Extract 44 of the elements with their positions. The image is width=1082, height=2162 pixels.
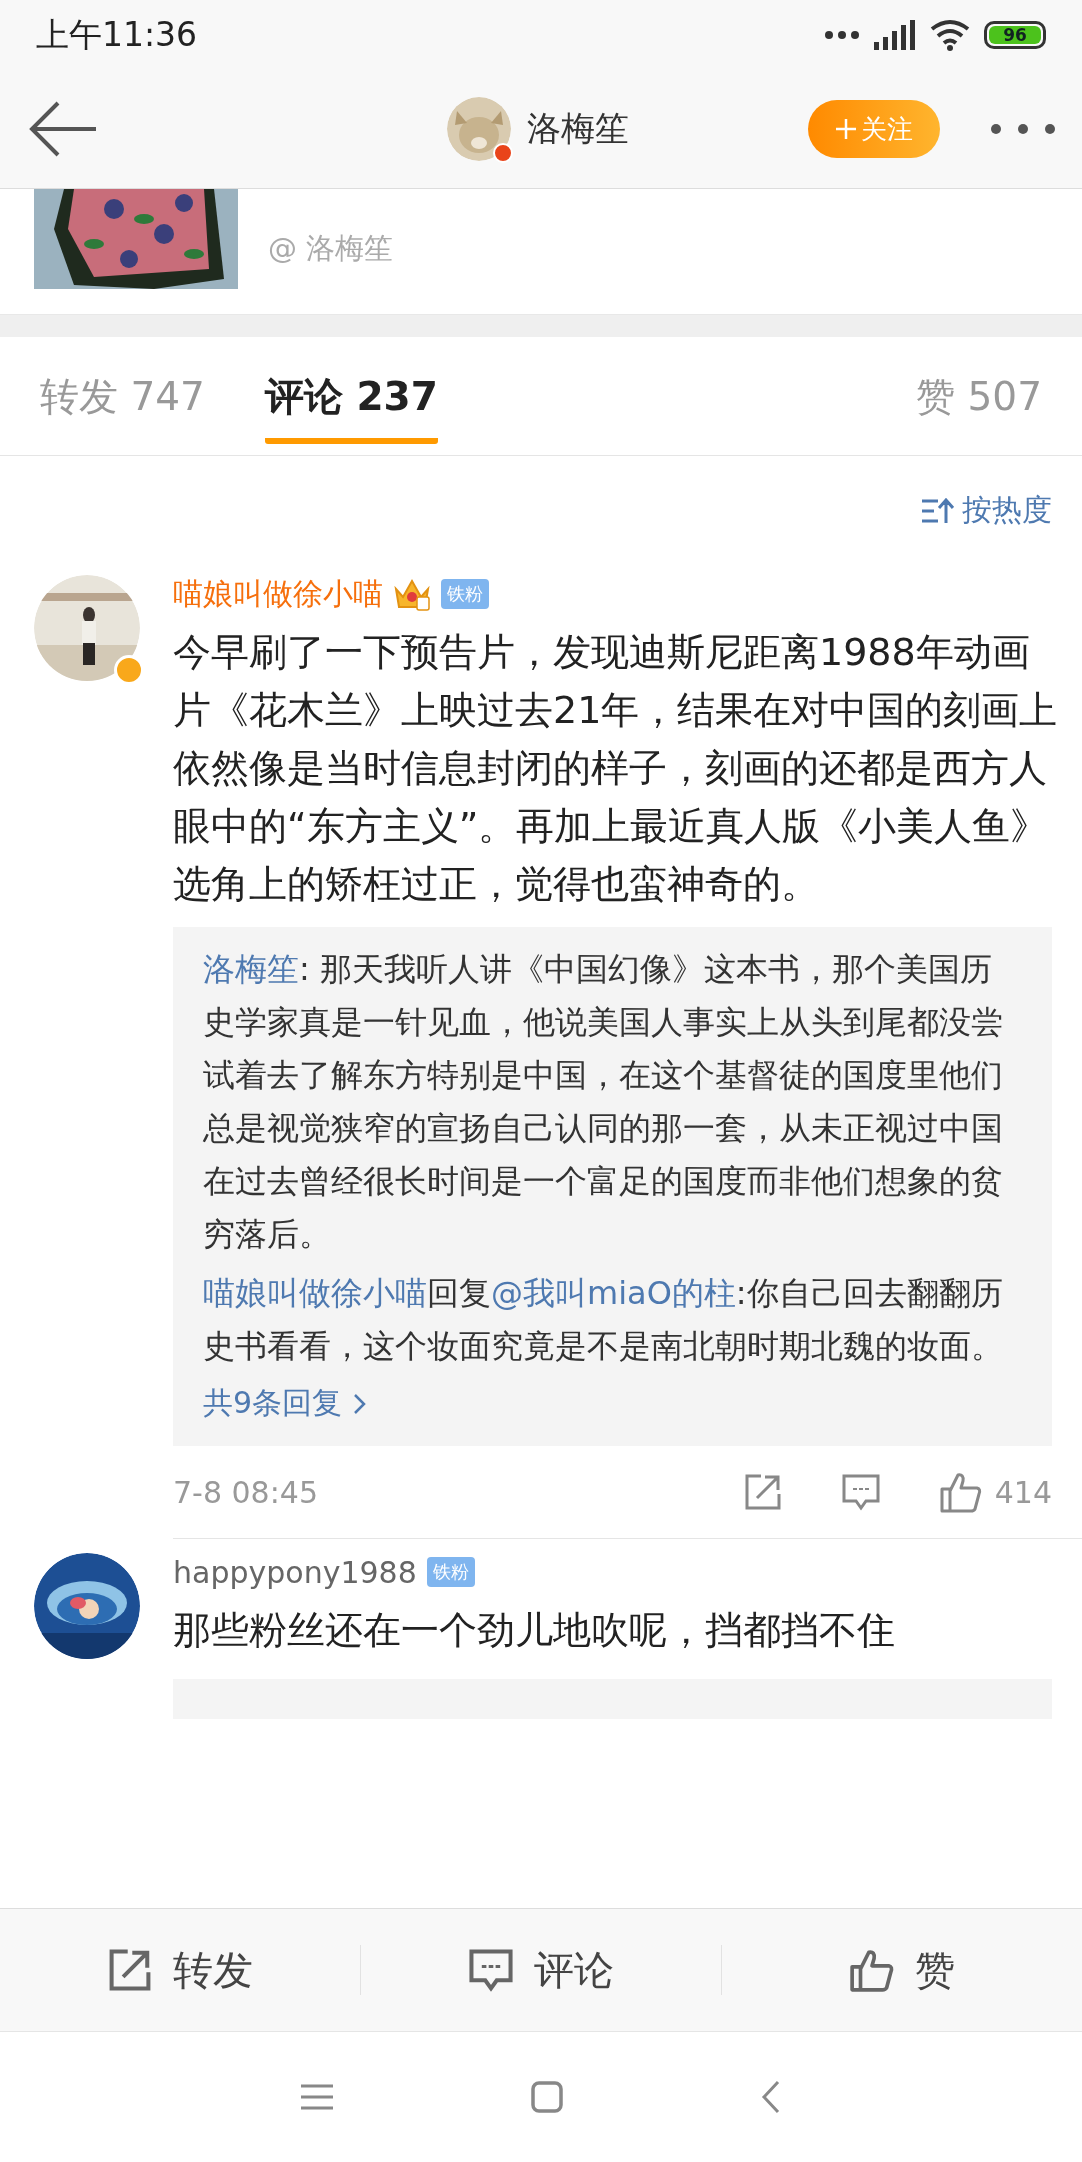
profile-avatar[interactable]: [447, 97, 511, 161]
more-replies-link[interactable]: 共9条回复: [203, 1373, 369, 1430]
verified-icon: [493, 143, 513, 163]
menu-icon[interactable]: [301, 2084, 333, 2110]
comment-text: 今早刷了一下预告片，发现迪斯尼距离1988年动画片《花木兰》上映过去21年，结果在对中国的刻画上依然像是当时信息封闭的样子，刻画的还都是西方人眼中的“东方主义”。再加上最近真人版《小美人鱼》选角上的矫枉过正，觉得也蛮神奇的。: [173, 629, 1058, 908]
username-link[interactable]: 洛梅笙: [203, 950, 299, 988]
back-arrow-icon[interactable]: [28, 101, 98, 157]
more-options-icon[interactable]: [990, 123, 1056, 135]
profile-name: 洛梅笙: [527, 107, 629, 150]
commenter-name[interactable]: happypony1988: [173, 1554, 417, 1590]
wifi-icon: [930, 19, 970, 51]
follow-button[interactable]: 关注: [808, 100, 940, 158]
post-author: @ 洛梅笙: [268, 230, 394, 267]
action-button[interactable]: 转发: [0, 1945, 361, 1995]
tab[interactable]: 转发 747: [40, 356, 205, 444]
tab[interactable]: 评论 237: [264, 356, 438, 444]
back-icon[interactable]: [761, 2080, 781, 2114]
signal-icon: [874, 20, 916, 50]
comment-icon[interactable]: [840, 1473, 881, 1511]
comment-text: 那些粉丝还在一个劲儿地吹呢，挡都挡不住: [173, 1607, 896, 1654]
action-button[interactable]: 赞: [722, 1945, 1082, 1995]
like-button[interactable]: 414: [938, 1471, 1052, 1513]
reply-text: 喵娘叫做徐小喵回复@我叫miaO的柱:你自己回去翻翻历史书看看，这个妆面究竟是不是南北朝时期北魏的妆面。: [203, 1273, 1004, 1367]
sort-icon: [922, 496, 954, 525]
thumbs-up-icon: [938, 1471, 983, 1513]
mention-link[interactable]: @我叫miaO的柱: [491, 1274, 736, 1312]
status-time: 上午11:36: [36, 13, 198, 56]
action-button[interactable]: 评论: [361, 1945, 722, 1995]
thumbs-up-icon: [849, 1948, 895, 1992]
username-link[interactable]: 喵娘叫做徐小喵: [203, 1274, 427, 1312]
plus-icon: [835, 118, 857, 140]
commenter-name[interactable]: 喵娘叫做徐小喵: [173, 573, 383, 615]
crown-icon: [393, 577, 431, 611]
tab[interactable]: 赞 507: [916, 356, 1042, 444]
reply-text: 洛梅笙: 那天我听人讲《中国幻像》这本书，那个美国历史学家真是一针见血，他说美国人事实上从头到尾都没尝试着去了解东方特别是中国，在这个基督徒的国度里他们总是视觉狭窄的宣扬自己认同的那一套，从未正视过中国在过去曾经很长时间是一个富足的国度而非他们想象的贫穷落后。: [203, 949, 1004, 1255]
comment-time: 7-8 08:45: [173, 1474, 318, 1510]
battery-level: 96: [989, 26, 1041, 44]
more-dots-icon: [824, 30, 860, 40]
fan-badge: 铁粉: [441, 579, 489, 609]
share-icon: [107, 1947, 153, 1993]
comment-icon: [468, 1948, 514, 1992]
sort-button[interactable]: 按热度: [922, 490, 1052, 531]
fan-badge: 铁粉: [426, 1557, 475, 1587]
home-square-icon[interactable]: [531, 2081, 563, 2113]
